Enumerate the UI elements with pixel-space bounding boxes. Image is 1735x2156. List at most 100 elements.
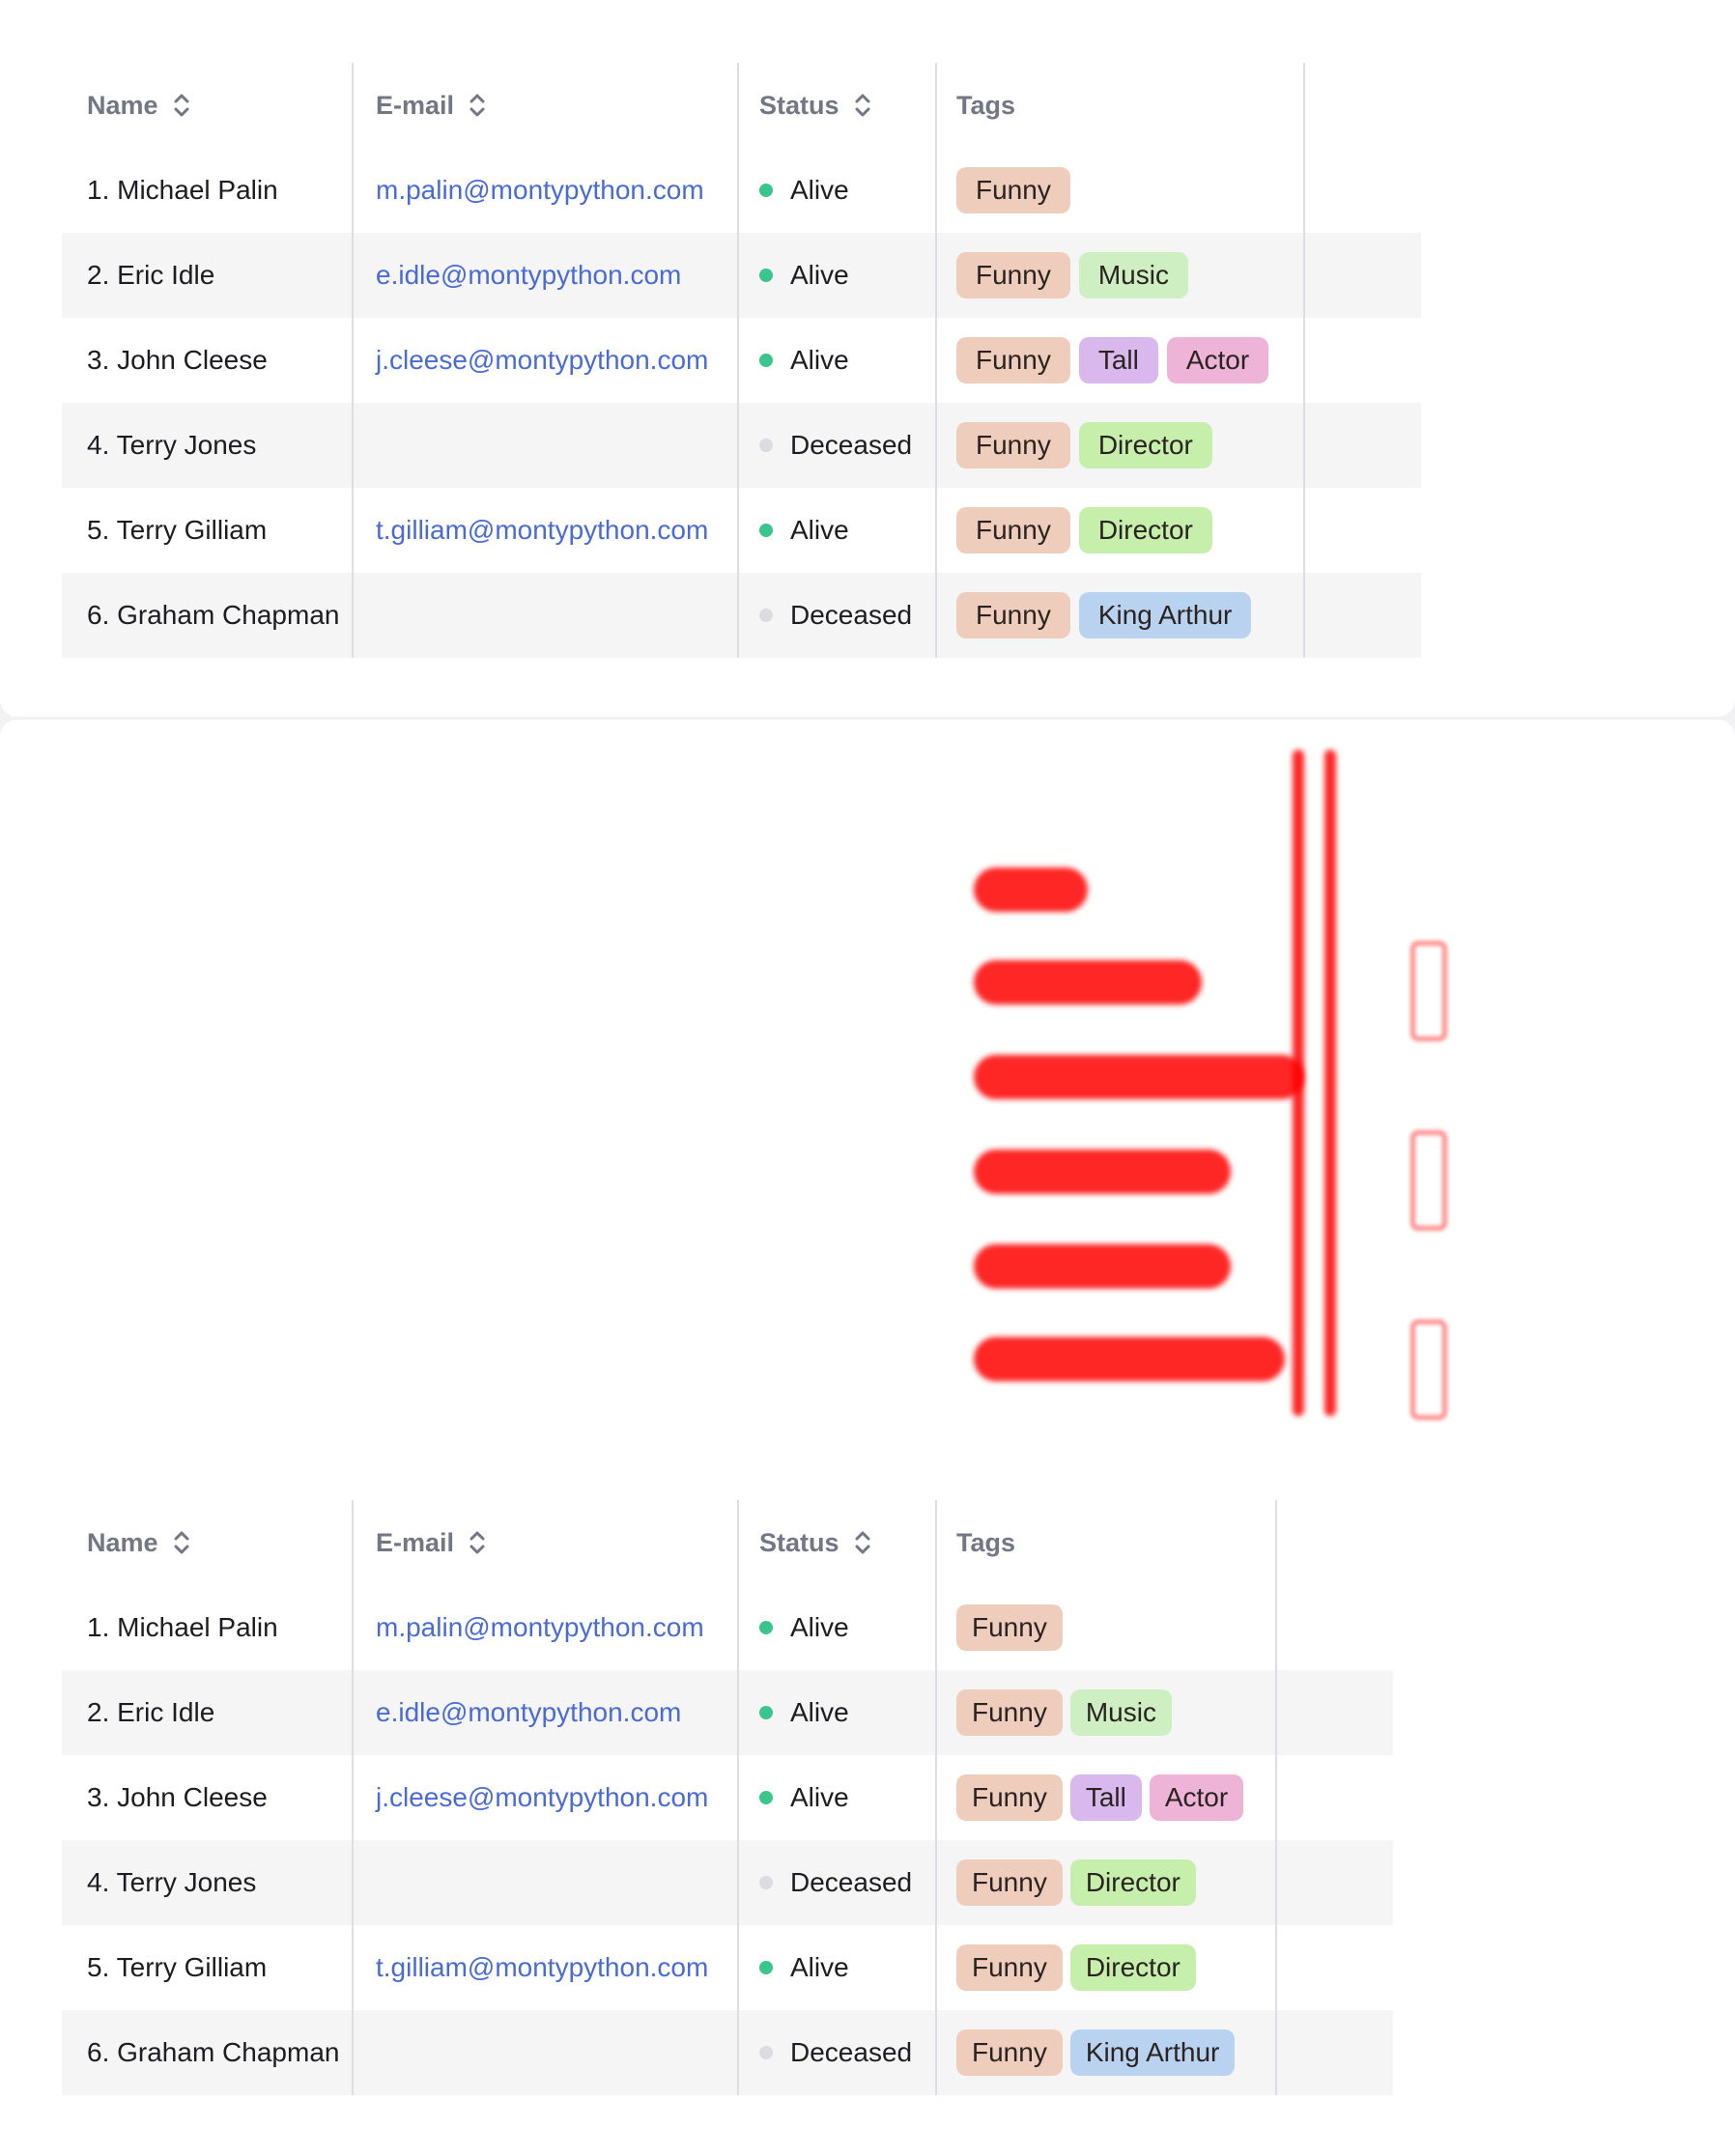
person-name: 6. Graham Chapman — [87, 2037, 340, 2067]
column-header-status[interactable]: Status — [759, 1500, 872, 1585]
status-cell: Alive — [759, 233, 849, 318]
person-name: 4. Terry Jones — [87, 430, 257, 460]
table-row[interactable]: 2. Eric Idle e.idle@montypython.com Alive F… — [62, 1670, 1393, 1755]
status-cell: Deceased — [759, 573, 912, 658]
status-label: Deceased — [790, 1867, 913, 1897]
status-dot-icon — [759, 439, 773, 452]
table-row[interactable]: 1. Michael Palin m.palin@montypython.com A… — [62, 1585, 1393, 1670]
status-dot-icon — [759, 524, 773, 537]
tag-badge: Funny — [956, 592, 1070, 638]
status-cell: Alive — [759, 148, 849, 233]
person-name: 6. Graham Chapman — [87, 600, 340, 630]
tag-badge: Funny — [956, 422, 1070, 468]
status-dot-icon — [759, 354, 773, 367]
sort-icon[interactable] — [853, 1528, 872, 1557]
email-link[interactable]: j.cleese@montypython.com — [376, 318, 708, 403]
person-name: 5. Terry Gilliam — [87, 515, 268, 545]
column-header-name[interactable]: Name — [87, 1500, 191, 1585]
status-cell: Alive — [759, 1670, 849, 1755]
tags-cell: Funny Director — [956, 1840, 1196, 1925]
tag-badge: Actor — [1166, 337, 1269, 383]
table-row[interactable]: 1. Michael Palin m.palin@montypython.com A… — [62, 148, 1421, 233]
email-link[interactable]: e.idle@montypython.com — [376, 1670, 681, 1755]
tags-cell: Funny Music — [956, 1670, 1172, 1755]
status-dot-icon — [759, 1961, 773, 1974]
email-link[interactable]: e.idle@montypython.com — [376, 233, 681, 318]
table-row[interactable]: 5. Terry Gilliam t.gilliam@montypython.co… — [62, 488, 1421, 573]
status-cell: Alive — [759, 1925, 849, 2010]
status-dot-icon — [759, 1621, 773, 1634]
diff-mark — [1410, 941, 1447, 1041]
tag-badge: Funny — [956, 507, 1070, 553]
email-link[interactable]: m.palin@montypython.com — [376, 148, 704, 233]
diff-overlay — [956, 742, 1459, 1420]
status-label: Alive — [790, 1697, 849, 1727]
column-header-status[interactable]: Status — [759, 63, 872, 148]
tags-cell: Funny King Arthur — [956, 573, 1252, 658]
status-dot-icon — [759, 609, 773, 622]
table-row[interactable]: 5. Terry Gilliam t.gilliam@montypython.co… — [62, 1925, 1393, 2010]
diff-mark — [1410, 1319, 1447, 1420]
person-name: 3. John Cleese — [87, 1782, 268, 1812]
tags-cell: Funny Director — [956, 1925, 1196, 2010]
status-cell: Deceased — [759, 403, 912, 488]
tag-badge: Director — [1078, 422, 1212, 468]
diff-mark — [974, 1337, 1285, 1381]
person-name: 1. Michael Palin — [87, 175, 278, 205]
table-header-row: Name E-mail Status Tags — [62, 1500, 1393, 1585]
person-name: 1. Michael Palin — [87, 1612, 278, 1642]
sort-icon[interactable] — [172, 1528, 191, 1557]
email-link[interactable]: t.gilliam@montypython.com — [376, 1925, 708, 2010]
column-header-tags: Tags — [956, 1527, 1016, 1557]
status-label: Alive — [790, 1952, 849, 1982]
tags-cell: Funny — [956, 148, 1070, 233]
email-link[interactable]: j.cleese@montypython.com — [376, 1755, 708, 1840]
column-header-email[interactable]: E-mail — [376, 63, 487, 148]
status-label: Deceased — [790, 430, 913, 460]
email-link[interactable]: m.palin@montypython.com — [376, 1585, 704, 1670]
column-header-name[interactable]: Name — [87, 63, 191, 148]
table-row[interactable]: 2. Eric Idle e.idle@montypython.com Alive F… — [62, 233, 1421, 318]
tag-badge: Funny — [956, 1774, 1063, 1821]
diff-mark — [974, 867, 1088, 912]
email-link[interactable]: t.gilliam@montypython.com — [376, 488, 708, 573]
diff-mark — [974, 1055, 1304, 1099]
column-divider — [1275, 1500, 1277, 2095]
status-cell: Deceased — [759, 2010, 912, 2095]
status-label: Alive — [790, 515, 849, 545]
diff-mark — [974, 960, 1202, 1005]
table-row[interactable]: 4. Terry Jones Deceased Funny Director — [62, 1840, 1393, 1925]
table-row[interactable]: 6. Graham Chapman Deceased Funny King Arthu… — [62, 2010, 1393, 2095]
tag-badge: King Arthur — [1069, 2029, 1236, 2076]
sort-icon[interactable] — [468, 1528, 487, 1557]
tag-badge: Funny — [956, 1689, 1063, 1736]
status-dot-icon — [759, 1791, 773, 1804]
tag-badge: Funny — [956, 1604, 1063, 1651]
status-dot-icon — [759, 269, 773, 282]
status-cell: Alive — [759, 488, 849, 573]
table-row[interactable]: 3. John Cleese j.cleese@montypython.com Al… — [62, 1755, 1393, 1840]
people-table: Name E-mail Status Tags 1. Michael Palin m.pa… — [62, 63, 1421, 658]
tags-cell: Funny — [956, 1585, 1063, 1670]
column-divider — [935, 63, 937, 658]
person-name: 4. Terry Jones — [87, 1867, 257, 1897]
person-name: 5. Terry Gilliam — [87, 1952, 268, 1982]
expected-panel: Name E-mail Status Tags 1. Michael Palin m.pa… — [0, 0, 1735, 717]
status-dot-icon — [759, 1706, 773, 1719]
tags-cell: Funny Tall Actor — [956, 1755, 1244, 1840]
person-name: 2. Eric Idle — [87, 260, 215, 290]
sort-icon[interactable] — [172, 91, 191, 120]
table-header-row: Name E-mail Status Tags — [62, 63, 1421, 148]
status-cell: Deceased — [759, 1840, 912, 1925]
sort-icon[interactable] — [853, 91, 872, 120]
table-row[interactable]: 3. John Cleese j.cleese@montypython.com Al… — [62, 318, 1421, 403]
table-row[interactable]: 6. Graham Chapman Deceased Funny King Arthu… — [62, 573, 1421, 658]
column-header-email[interactable]: E-mail — [376, 1500, 487, 1585]
sort-icon[interactable] — [468, 91, 487, 120]
table-row[interactable]: 4. Terry Jones Deceased Funny Director — [62, 403, 1421, 488]
tag-badge: Director — [1069, 1859, 1196, 1906]
status-label: Alive — [790, 175, 849, 205]
diff-mark — [974, 1149, 1231, 1194]
status-dot-icon — [759, 2046, 773, 2059]
diff-mark — [1324, 750, 1336, 1416]
